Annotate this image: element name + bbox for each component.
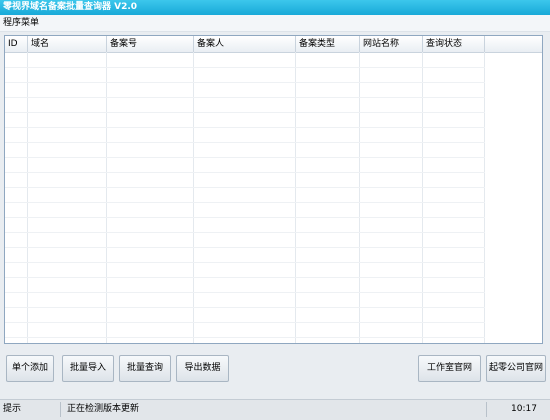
- export-data-button[interactable]: 导出数据: [176, 355, 229, 382]
- row-separator: [5, 82, 485, 83]
- results-table[interactable]: ID 域名 备案号 备案人 备案类型 网站名称 查询状态: [4, 35, 543, 344]
- column-header-record-type[interactable]: 备案类型: [296, 36, 360, 52]
- menu-bar: 程序菜单: [0, 15, 550, 32]
- row-separator: [5, 262, 485, 263]
- column-divider: [359, 52, 360, 343]
- row-separator: [5, 322, 485, 323]
- column-header-record-owner[interactable]: 备案人: [194, 36, 296, 52]
- batch-import-button[interactable]: 批量导入: [62, 355, 114, 382]
- row-separator: [5, 202, 485, 203]
- status-separator: [60, 402, 61, 417]
- row-separator: [5, 247, 485, 248]
- column-divider: [422, 52, 423, 343]
- column-header-id[interactable]: ID: [5, 36, 28, 52]
- column-header-site-name[interactable]: 网站名称: [360, 36, 423, 52]
- row-separator: [5, 277, 485, 278]
- column-divider: [295, 52, 296, 343]
- studio-website-button[interactable]: 工作室官网: [418, 355, 481, 382]
- column-header-domain[interactable]: 域名: [28, 36, 107, 52]
- column-header-record-number[interactable]: 备案号: [107, 36, 194, 52]
- status-separator: [486, 402, 487, 417]
- title-bar: 零视界域名备案批量查询器 V2.0: [0, 0, 550, 15]
- row-separator: [5, 97, 485, 98]
- column-divider: [27, 52, 28, 343]
- single-add-button[interactable]: 单个添加: [6, 355, 54, 382]
- column-header-query-status[interactable]: 查询状态: [423, 36, 485, 52]
- row-separator: [5, 232, 485, 233]
- batch-query-button[interactable]: 批量查询: [119, 355, 171, 382]
- row-separator: [5, 217, 485, 218]
- row-separator: [5, 142, 485, 143]
- status-message: 正在检测版本更新: [67, 404, 140, 414]
- column-divider: [106, 52, 107, 343]
- table-body: [5, 52, 542, 343]
- column-divider: [484, 52, 485, 343]
- status-label: 提示: [3, 404, 22, 414]
- status-bar: 提示 正在检测版本更新 10:17: [0, 399, 550, 420]
- row-separator: [5, 307, 485, 308]
- status-time: 10:17: [511, 404, 537, 414]
- row-separator: [5, 337, 485, 338]
- row-separator: [5, 157, 485, 158]
- window-title: 零视界域名备案批量查询器 V2.0: [3, 2, 138, 12]
- row-separator: [5, 67, 485, 68]
- row-separator: [5, 112, 485, 113]
- row-separator: [5, 292, 485, 293]
- column-divider: [193, 52, 194, 343]
- table-header: ID 域名 备案号 备案人 备案类型 网站名称 查询状态: [5, 36, 542, 53]
- company-website-button[interactable]: 起零公司官网: [486, 355, 546, 382]
- row-separator: [5, 187, 485, 188]
- row-separator: [5, 172, 485, 173]
- menu-program[interactable]: 程序菜单: [0, 15, 39, 31]
- row-separator: [5, 127, 485, 128]
